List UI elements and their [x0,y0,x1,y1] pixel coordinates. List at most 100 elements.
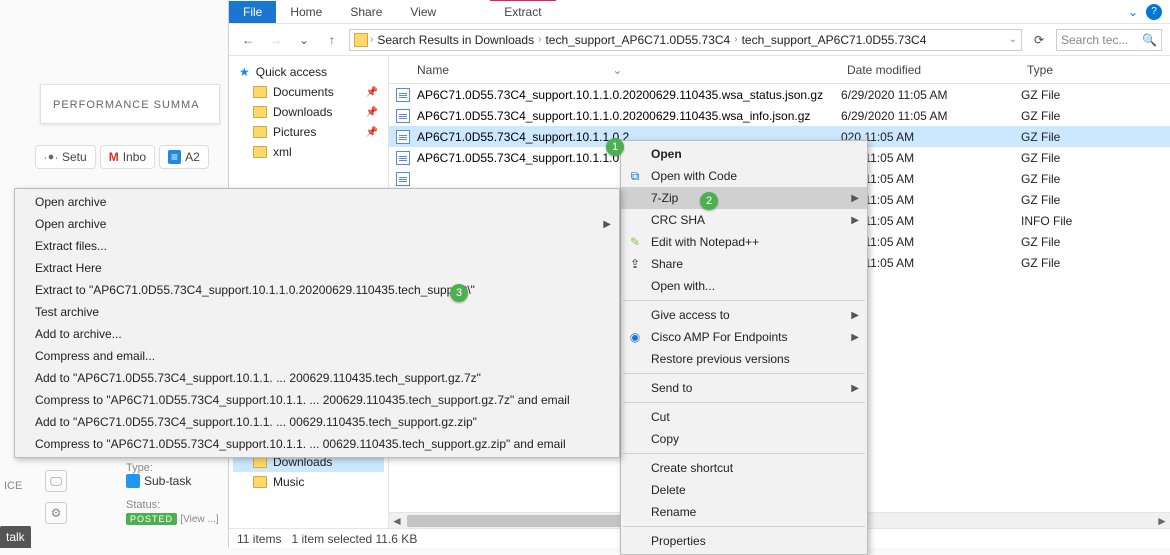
ctx-open-archive-sub[interactable]: Open archive▶ [15,213,619,235]
file-row[interactable]: AP6C71.0D55.73C4_support.10.1.1.0.202006… [389,84,1170,105]
ctx-openwith[interactable]: Open with... [621,275,867,297]
bg-tab-inbox[interactable]: MInbo [100,145,155,169]
ctx-compress-7z[interactable]: Compress to "AP6C71.0D55.73C4_support.10… [15,389,619,411]
notepadpp-icon: ✎ [627,234,643,250]
nav-downloads[interactable]: Downloads📌 [233,102,384,122]
chevron-down-icon[interactable]: ⌄ [1009,34,1017,45]
chevron-right-icon: ▶ [851,193,859,204]
ctx-properties[interactable]: Properties [621,530,867,552]
ctx-rename[interactable]: Rename [621,501,867,523]
ctx-extract-here[interactable]: Extract Here [15,257,619,279]
recent-chevron-icon[interactable]: ⌄ [293,33,315,47]
folder-icon [253,476,267,488]
talk-button[interactable]: talk [0,526,31,548]
ctx-delete[interactable]: Delete [621,479,867,501]
ctx-share[interactable]: ⇪Share [621,253,867,275]
ctx-crc[interactable]: CRC SHA▶ [621,209,867,231]
ribbon-tab-share[interactable]: Share [336,1,396,23]
ctx-amp[interactable]: ◉Cisco AMP For Endpoints▶ [621,326,867,348]
ctx-compress-zip[interactable]: Compress to "AP6C71.0D55.73C4_support.10… [15,433,619,455]
crumb-2[interactable]: tech_support_AP6C71.0D55.73C4 [740,33,929,47]
bg-tab-setup[interactable]: Setu [35,145,96,169]
subtask-icon [126,474,140,488]
nav-quick-access[interactable]: ★Quick access [233,62,384,82]
scroll-left-icon[interactable]: ◄ [389,513,405,529]
ctx-open[interactable]: Open [621,143,867,165]
ctx-add-7z[interactable]: Add to "AP6C71.0D55.73C4_support.10.1.1.… [15,367,619,389]
gz-file-icon [396,172,410,186]
col-name[interactable]: Name ⌄ [417,63,847,77]
posted-badge: POSTED [126,513,177,525]
share-icon: ⇪ [627,256,643,272]
back-button[interactable]: ← [237,33,259,47]
ctx-open-code[interactable]: ⧉Open with Code [621,165,867,187]
chevron-right-icon[interactable]: › [538,34,541,45]
ctx-copy[interactable]: Copy [621,428,867,450]
bg-tab-a2[interactable]: ≡A2 [159,145,209,169]
bg-ice: ICE [4,480,22,492]
cisco-amp-icon: ◉ [627,329,643,345]
ctx-extract-to[interactable]: Extract to "AP6C71.0D55.73C4_support.10.… [15,279,619,301]
col-date[interactable]: Date modified [847,63,1027,77]
chevron-right-icon[interactable]: › [370,34,373,45]
ctx-open-archive[interactable]: Open archive [15,191,619,213]
ribbon-tab-extract[interactable]: Extract [490,0,555,23]
bg-subtask: Sub-task [126,474,191,488]
monitor-icon[interactable]: 🖵 [45,470,67,492]
pin-icon: 📌 [366,87,378,98]
ctx-cut[interactable]: Cut [621,406,867,428]
file-row[interactable]: AP6C71.0D55.73C4_support.10.1.1.0.202006… [389,105,1170,126]
ctx-shortcut[interactable]: Create shortcut [621,457,867,479]
ctx-restore[interactable]: Restore previous versions [621,348,867,370]
gmail-icon: M [109,150,119,164]
chevron-right-icon: ▶ [603,219,611,230]
chevron-down-icon[interactable]: ⌄ [1128,5,1138,19]
nav-xml[interactable]: xml [233,142,384,162]
gz-file-icon [396,130,410,144]
context-menu-main: Open ⧉Open with Code 7-Zip▶ CRC SHA▶ ✎Ed… [620,140,868,555]
ribbon-tab-home[interactable]: Home [276,1,336,23]
context-menu-7zip: Open archive Open archive▶ Extract files… [14,188,620,458]
folder-icon [253,146,267,158]
forward-button: → [265,33,287,47]
crumb-root[interactable]: Search Results in Downloads [375,33,536,47]
column-headers: Name ⌄ Date modified Type [389,56,1170,84]
up-button[interactable]: ↑ [321,33,343,47]
nav-music[interactable]: Music [233,472,384,492]
refresh-button[interactable]: ⟳ [1028,33,1050,47]
chevron-right-icon: ▶ [851,215,859,226]
nav-documents[interactable]: Documents📌 [233,82,384,102]
ctx-separator [623,373,865,374]
nav-pictures[interactable]: Pictures📌 [233,122,384,142]
ctx-test-archive[interactable]: Test archive [15,301,619,323]
callout-badge-2: 2 [700,192,718,210]
ctx-extract-files[interactable]: Extract files... [15,235,619,257]
col-type[interactable]: Type [1027,63,1170,77]
gz-file-icon [396,109,410,123]
ctx-add-archive[interactable]: Add to archive... [15,323,619,345]
ctx-npp[interactable]: ✎Edit with Notepad++ [621,231,867,253]
chevron-down-icon[interactable]: ⌄ [612,63,622,77]
status-items: 11 items [237,532,281,546]
ctx-add-zip[interactable]: Add to "AP6C71.0D55.73C4_support.10.1.1.… [15,411,619,433]
ctx-7zip[interactable]: 7-Zip▶ [621,187,867,209]
address-bar[interactable]: › Search Results in Downloads › tech_sup… [349,29,1022,51]
scroll-right-icon[interactable]: ► [1154,513,1170,529]
ctx-sendto[interactable]: Send to▶ [621,377,867,399]
search-icon: 🔍 [1142,33,1157,47]
ribbon-tab-file[interactable]: File [229,1,276,23]
gear-icon [44,150,58,164]
search-input[interactable]: Search tec... 🔍 [1056,29,1162,51]
callout-badge-1: 1 [606,138,624,156]
help-icon[interactable]: ? [1146,4,1162,20]
chevron-right-icon[interactable]: › [734,34,737,45]
crumb-1[interactable]: tech_support_AP6C71.0D55.73C4 [543,33,732,47]
ctx-compress-email[interactable]: Compress and email... [15,345,619,367]
vscode-icon: ⧉ [627,168,643,184]
ctx-separator [623,300,865,301]
ribbon-tab-view[interactable]: View [396,1,450,23]
gz-file-icon [396,151,410,165]
gear-icon[interactable]: ⚙ [45,502,67,524]
ctx-separator [623,402,865,403]
ctx-give-access[interactable]: Give access to▶ [621,304,867,326]
